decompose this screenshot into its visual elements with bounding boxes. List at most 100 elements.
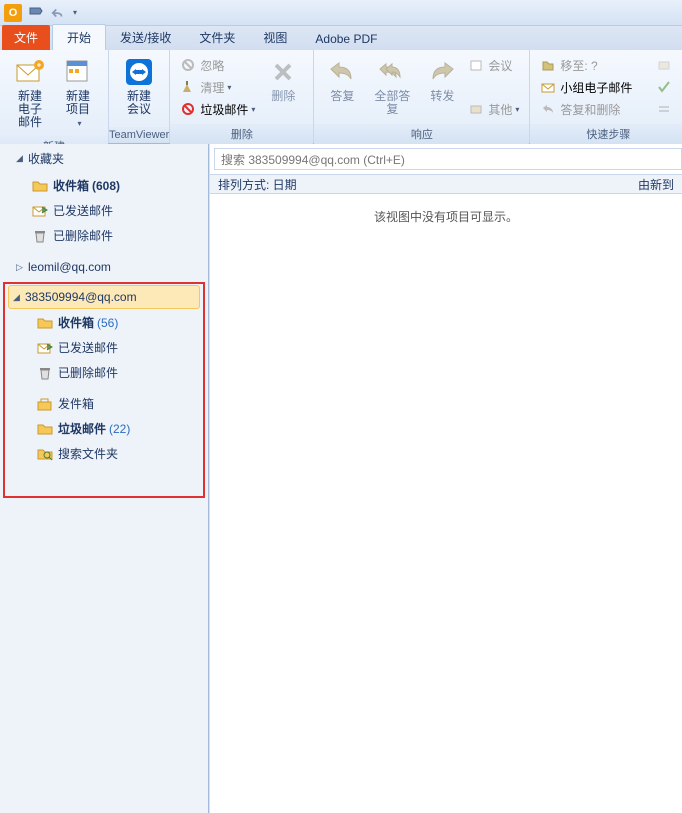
new-email-icon xyxy=(14,56,46,88)
folder-icon xyxy=(37,315,53,331)
new-email-button[interactable]: 新建 电子邮件 xyxy=(6,54,54,131)
sent-icon xyxy=(37,340,53,356)
delete-button[interactable]: 删除 xyxy=(259,54,307,105)
qs-more2[interactable] xyxy=(652,98,680,120)
moveto-button[interactable]: 移至: ? xyxy=(536,54,646,76)
forward-label: 转发 xyxy=(430,90,454,103)
qs-more1[interactable] xyxy=(652,54,680,76)
acc2-deleted[interactable]: 已删除邮件 xyxy=(5,360,203,385)
sort-by-label: 排列方式: 日期 xyxy=(218,176,297,193)
tab-send-receive[interactable]: 发送/接收 xyxy=(106,25,185,50)
acc2-sent-label: 已发送邮件 xyxy=(58,339,118,356)
acc2-inbox[interactable]: 收件箱 (56) xyxy=(5,310,203,335)
qat-undo-icon[interactable] xyxy=(48,3,68,23)
new-meeting-button[interactable]: 新建 会议 xyxy=(115,54,163,118)
qat-send-receive-icon[interactable] xyxy=(26,3,46,23)
fav-deleted-label: 已删除邮件 xyxy=(53,227,113,244)
collapse-icon: ◢ xyxy=(16,153,26,164)
forward-button[interactable]: 转发 xyxy=(420,54,464,105)
acc2-junk[interactable]: 垃圾邮件 (22) xyxy=(5,416,203,441)
account1-label: leomil@qq.com xyxy=(28,260,111,274)
sort-bar[interactable]: 排列方式: 日期 由新到 xyxy=(210,174,682,194)
navigation-pane: ◢ 收藏夹 收件箱 (608) 已发送邮件 已删除邮件 ▷ leomil@qq.… xyxy=(0,144,209,813)
tab-file[interactable]: 文件 xyxy=(2,25,50,50)
tab-adobe-pdf[interactable]: Adobe PDF xyxy=(301,28,391,50)
account1-header[interactable]: ▷ leomil@qq.com xyxy=(0,254,208,280)
ribbon-group-quicksteps: 移至: ? 小组电子邮件 答复和删除 快速步骤 xyxy=(530,50,682,143)
team-email-label: 小组电子邮件 xyxy=(560,79,632,96)
acc2-search-folders[interactable]: 搜索文件夹 xyxy=(5,441,203,466)
cleanup-button[interactable]: 清理▾ xyxy=(176,76,259,98)
reply-delete-icon xyxy=(540,101,556,117)
qat-customize-icon[interactable]: ▾ xyxy=(73,8,77,17)
team-email-button[interactable]: 小组电子邮件 xyxy=(536,76,646,98)
respond-other-button: 其他▾ xyxy=(464,98,523,120)
ribbon-group-new: 新建 电子邮件 新建项目▾ 新建 xyxy=(0,50,109,143)
respond-meeting-button: 会议 xyxy=(464,54,523,76)
new-items-icon xyxy=(62,56,94,88)
folder-icon xyxy=(32,178,48,194)
acc2-search-label: 搜索文件夹 xyxy=(58,445,118,462)
outlook-app-icon: O xyxy=(4,4,22,22)
moveto-icon xyxy=(540,57,556,73)
junk-icon xyxy=(180,101,196,117)
teamviewer-icon xyxy=(123,56,155,88)
cleanup-icon xyxy=(180,79,196,95)
respond-other-label: 其他 xyxy=(488,101,512,118)
new-items-label: 新建项目▾ xyxy=(62,90,94,130)
fav-sent[interactable]: 已发送邮件 xyxy=(0,198,208,223)
reply-delete-button[interactable]: 答复和删除 xyxy=(536,98,646,120)
delete-icon xyxy=(267,56,299,88)
new-meeting-label: 新建 会议 xyxy=(127,90,151,116)
favorites-header[interactable]: ◢ 收藏夹 xyxy=(0,144,208,173)
search-placeholder: 搜索 383509994@qq.com (Ctrl+E) xyxy=(221,151,405,168)
reply-all-label: 全部答复 xyxy=(372,90,412,116)
sent-icon xyxy=(32,203,48,219)
junk-button[interactable]: 垃圾邮件▾ xyxy=(176,98,259,120)
ribbon-group-teamviewer: 新建 会议 TeamViewer xyxy=(109,50,170,143)
main-area: ◢ 收藏夹 收件箱 (608) 已发送邮件 已删除邮件 ▷ leomil@qq.… xyxy=(0,144,682,813)
trash-icon xyxy=(32,228,48,244)
trash-icon xyxy=(37,365,53,381)
ignore-label: 忽略 xyxy=(200,57,224,74)
acc2-deleted-label: 已删除邮件 xyxy=(58,364,118,381)
acc2-junk-label: 垃圾邮件 xyxy=(58,420,106,437)
fav-deleted[interactable]: 已删除邮件 xyxy=(0,223,208,248)
qs-check[interactable] xyxy=(652,76,680,98)
title-bar: O ▾ xyxy=(0,0,682,26)
acc2-sent[interactable]: 已发送邮件 xyxy=(5,335,203,360)
expand-icon: ▷ xyxy=(16,262,26,273)
delete-label: 删除 xyxy=(271,90,295,103)
junk-folder-icon xyxy=(37,421,53,437)
reply-all-button[interactable]: 全部答复 xyxy=(364,54,420,118)
collapse-icon: ◢ xyxy=(13,292,23,303)
ribbon-group-respond: 答复 全部答复 转发 会议 其他▾ 响应 xyxy=(314,50,530,143)
acc2-outbox-label: 发件箱 xyxy=(58,395,94,412)
account2-header[interactable]: ◢ 383509994@qq.com xyxy=(8,285,200,309)
cleanup-label: 清理 xyxy=(200,79,224,96)
fav-inbox[interactable]: 收件箱 (608) xyxy=(0,173,208,198)
tab-folder[interactable]: 文件夹 xyxy=(185,25,249,50)
respond-meeting-label: 会议 xyxy=(488,57,512,74)
acc2-outbox[interactable]: 发件箱 xyxy=(5,391,203,416)
tab-home[interactable]: 开始 xyxy=(52,24,106,50)
acc2-inbox-label: 收件箱 xyxy=(58,314,94,331)
sort-direction[interactable]: 由新到 xyxy=(638,176,674,193)
reply-delete-label: 答复和删除 xyxy=(560,101,620,118)
tab-view[interactable]: 视图 xyxy=(249,25,301,50)
reply-button[interactable]: 答复 xyxy=(320,54,364,105)
empty-message: 该视图中没有项目可显示。 xyxy=(210,194,682,239)
fav-sent-label: 已发送邮件 xyxy=(53,202,113,219)
ribbon: 新建 电子邮件 新建项目▾ 新建 新建 会议 TeamViewer xyxy=(0,50,682,144)
reply-all-icon xyxy=(376,56,408,88)
new-items-button[interactable]: 新建项目▾ xyxy=(54,54,102,132)
content-pane: 搜索 383509994@qq.com (Ctrl+E) 排列方式: 日期 由新… xyxy=(209,144,682,813)
search-input[interactable]: 搜索 383509994@qq.com (Ctrl+E) xyxy=(214,148,682,170)
other-icon xyxy=(468,101,484,117)
group-label-teamviewer: TeamViewer xyxy=(109,127,169,143)
reply-icon xyxy=(326,56,358,88)
ribbon-tabs: 文件 开始 发送/接收 文件夹 视图 Adobe PDF xyxy=(0,26,682,50)
junk-label: 垃圾邮件 xyxy=(200,101,248,118)
group-label-quicksteps: 快速步骤 xyxy=(530,124,682,144)
new-email-label: 新建 电子邮件 xyxy=(14,90,46,129)
